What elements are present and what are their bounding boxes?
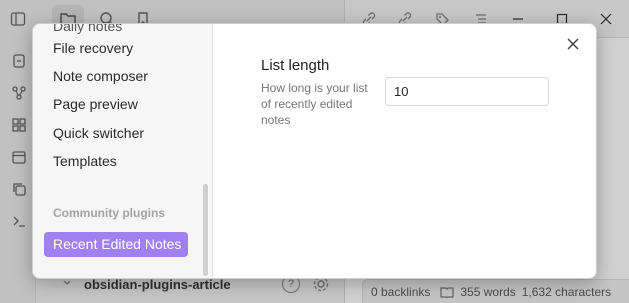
sidebar-item-quick-switcher[interactable]: Quick switcher (53, 122, 144, 144)
settings-modal: Daily notes File recovery Note composer … (32, 23, 597, 279)
sidebar-item-recent-edited-notes[interactable]: Recent Edited Notes (44, 232, 188, 257)
sidebar-item-note-composer[interactable]: Note composer (53, 65, 148, 87)
setting-description: How long is your list of recently edited… (261, 81, 368, 127)
sidebar-item-file-recovery[interactable]: File recovery (53, 37, 133, 59)
sidebar-scrollbar[interactable] (203, 184, 208, 276)
sidebar-item-templates[interactable]: Templates (53, 150, 117, 172)
setting-name: List length (261, 57, 330, 74)
sidebar-item-daily-notes[interactable]: Daily notes (53, 24, 122, 37)
community-plugins-heading: Community plugins (53, 206, 165, 220)
sidebar-item-page-preview[interactable]: Page preview (53, 93, 138, 115)
list-length-input[interactable] (385, 77, 549, 106)
settings-sidebar: Daily notes File recovery Note composer … (33, 24, 213, 278)
close-icon[interactable] (563, 34, 583, 54)
